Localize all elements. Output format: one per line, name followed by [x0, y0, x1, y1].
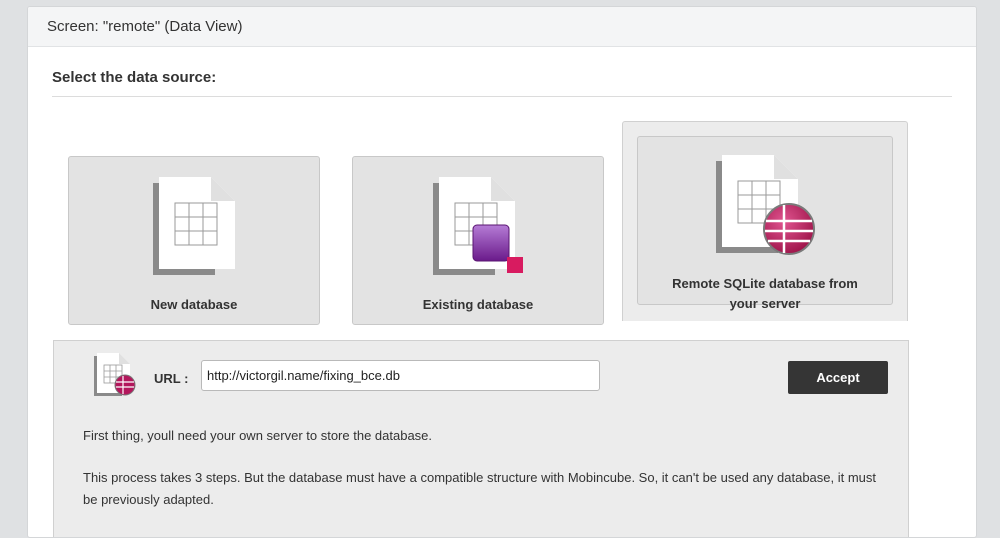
section-divider: [52, 96, 952, 97]
new-database-icon: [153, 177, 235, 275]
section-title: Select the data source:: [52, 69, 217, 86]
screen-title: Screen: "remote" (Data View): [47, 18, 243, 35]
existing-database-label: Existing database: [422, 297, 534, 312]
remote-database-icon: [716, 155, 815, 255]
remote-database-card[interactable]: Remote SQLite database from your server: [637, 136, 893, 311]
existing-database-icon: [433, 177, 523, 275]
new-database-card[interactable]: New database: [68, 156, 320, 325]
panel-header: Screen: "remote" (Data View): [28, 7, 976, 47]
info-paragraph-1: First thing, youll need your own server …: [83, 428, 433, 443]
remote-url-panel: URL : Accept First thing, youll need you…: [53, 340, 909, 537]
accept-button[interactable]: Accept: [788, 361, 888, 394]
info-paragraph-2: This process takes 3 steps. But the data…: [83, 470, 877, 507]
remote-database-small-icon: [94, 353, 136, 396]
existing-database-card[interactable]: Existing database: [352, 156, 604, 325]
url-input[interactable]: [201, 360, 600, 391]
new-database-label: New database: [150, 297, 238, 312]
remote-database-label: Remote SQLite database from your server: [672, 276, 858, 311]
url-label: URL :: [154, 371, 189, 386]
data-view-panel: Screen: "remote" (Data View) Select the …: [27, 6, 977, 538]
